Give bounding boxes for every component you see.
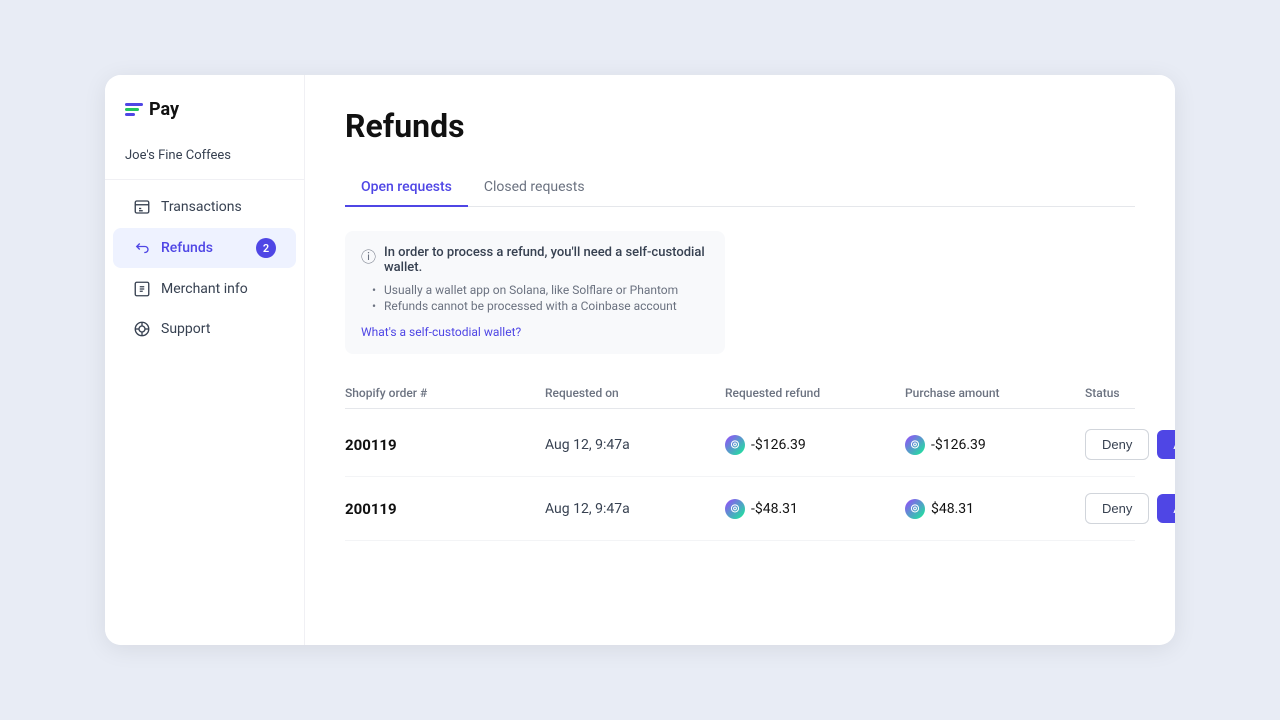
order-number-1: 200119: [345, 436, 545, 454]
info-bullet-2: Refunds cannot be processed with a Coinb…: [384, 299, 709, 313]
sidebar-item-transactions[interactable]: Transactions: [113, 188, 296, 226]
support-label: Support: [161, 321, 210, 337]
info-circle-icon: ⓘ: [361, 246, 376, 267]
logo-text: Pay: [149, 99, 179, 120]
info-list: Usually a wallet app on Solana, like Sol…: [361, 283, 709, 313]
sol-icon-4: ◎: [905, 499, 925, 519]
actions-1: Deny Approve: [1085, 429, 1175, 460]
approve-button-2[interactable]: Approve: [1157, 494, 1175, 523]
purchase-amount-val-2: $48.31: [931, 501, 974, 517]
merchant-info-icon: [133, 280, 151, 298]
purchase-amount-1: ◎ -$126.39: [905, 435, 1085, 455]
tab-closed-requests[interactable]: Closed requests: [468, 169, 601, 207]
self-custodial-link[interactable]: What's a self-custodial wallet?: [361, 325, 521, 339]
app-container: Pay Joe's Fine Coffees Transactions: [105, 75, 1175, 645]
col-purchase-amount: Purchase amount: [905, 386, 1085, 400]
col-status: Status: [1085, 386, 1135, 400]
col-order: Shopify order #: [345, 386, 545, 400]
deny-button-2[interactable]: Deny: [1085, 493, 1149, 524]
logo-stripe-3: [125, 113, 135, 116]
info-bullet-1: Usually a wallet app on Solana, like Sol…: [384, 283, 709, 297]
order-number-2: 200119: [345, 500, 545, 518]
col-requested-refund: Requested refund: [725, 386, 905, 400]
purchase-amount-2: ◎ $48.31: [905, 499, 1085, 519]
col-requested-on: Requested on: [545, 386, 725, 400]
support-icon: [133, 320, 151, 338]
page-title: Refunds: [345, 107, 1135, 145]
requested-on-2: Aug 12, 9:47a: [545, 501, 725, 517]
sidebar: Pay Joe's Fine Coffees Transactions: [105, 75, 305, 645]
actions-2: Deny Approve: [1085, 493, 1175, 524]
main-content: Refunds Open requests Closed requests ⓘ …: [305, 75, 1175, 645]
table-row: 200119 Aug 12, 9:47a ◎ -$126.39 ◎ -$126.…: [345, 413, 1135, 477]
tabs-container: Open requests Closed requests: [345, 169, 1135, 207]
sol-icon-1: ◎: [725, 435, 745, 455]
merchant-info-label: Merchant info: [161, 281, 248, 297]
info-title: In order to process a refund, you'll nee…: [384, 245, 709, 275]
transactions-icon: [133, 198, 151, 216]
deny-button-1[interactable]: Deny: [1085, 429, 1149, 460]
approve-button-1[interactable]: Approve: [1157, 430, 1175, 459]
requested-on-1: Aug 12, 9:47a: [545, 437, 725, 453]
logo-icon: [125, 103, 143, 116]
refunds-badge: 2: [256, 238, 276, 258]
logo-stripe-1: [125, 103, 143, 106]
refunds-icon: [133, 239, 151, 257]
sidebar-item-support[interactable]: Support: [113, 310, 296, 348]
info-box: ⓘ In order to process a refund, you'll n…: [345, 231, 725, 354]
purchase-amount-val-1: -$126.39: [931, 437, 986, 453]
logo-stripe-2: [125, 108, 139, 111]
logo: Pay: [105, 99, 304, 120]
merchant-name: Joe's Fine Coffees: [105, 148, 304, 180]
info-header: ⓘ In order to process a refund, you'll n…: [361, 245, 709, 275]
refunds-label: Refunds: [161, 240, 213, 256]
requested-refund-1: ◎ -$126.39: [725, 435, 905, 455]
sidebar-item-refunds[interactable]: Refunds 2: [113, 228, 296, 268]
table-header: Shopify order # Requested on Requested r…: [345, 378, 1135, 409]
refund-amount-2: -$48.31: [751, 501, 798, 517]
sol-icon-2: ◎: [905, 435, 925, 455]
sol-icon-3: ◎: [725, 499, 745, 519]
table-row: 200119 Aug 12, 9:47a ◎ -$48.31 ◎ $48.31 …: [345, 477, 1135, 541]
tab-open-requests[interactable]: Open requests: [345, 169, 468, 207]
refunds-table: Shopify order # Requested on Requested r…: [345, 378, 1135, 541]
transactions-label: Transactions: [161, 199, 242, 215]
refund-amount-1: -$126.39: [751, 437, 806, 453]
requested-refund-2: ◎ -$48.31: [725, 499, 905, 519]
sidebar-item-merchant-info[interactable]: Merchant info: [113, 270, 296, 308]
